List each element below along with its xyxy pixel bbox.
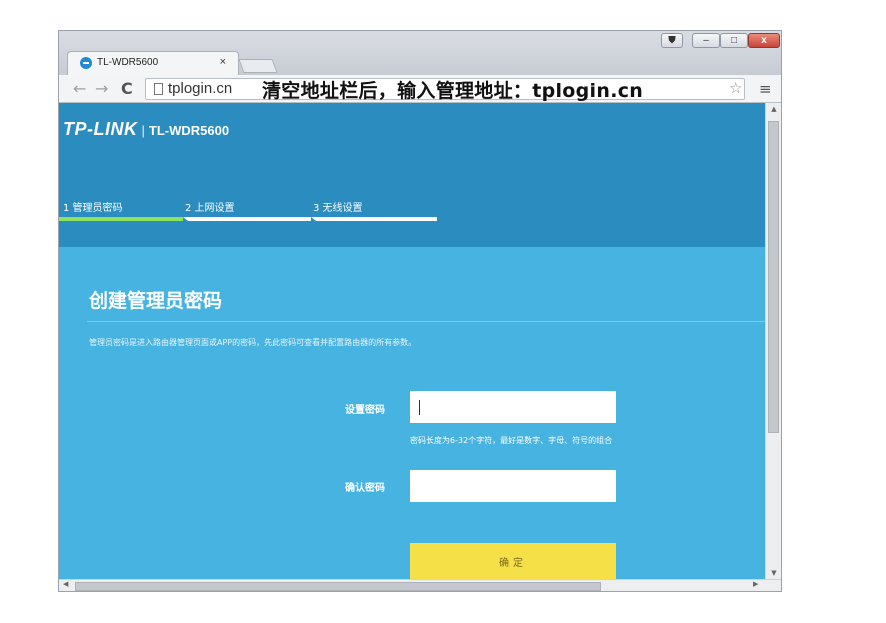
maximize-button[interactable]: □ — [720, 33, 748, 48]
horizontal-scrollbar[interactable]: ◀ ▶ — [59, 579, 781, 591]
scroll-left-icon[interactable]: ◀ — [63, 580, 68, 588]
reload-icon[interactable]: C — [121, 79, 133, 98]
instruction-annotation: 清空地址栏后，输入管理地址：tplogin.cn — [262, 80, 644, 102]
bookmark-star-icon[interactable]: ☆ — [729, 79, 742, 97]
text-caret — [419, 400, 420, 415]
vertical-scroll-thumb[interactable] — [768, 121, 779, 433]
step-admin-password: 1 管理员密码 — [63, 203, 123, 214]
browser-tab[interactable]: TL-WDR5600 × — [67, 51, 239, 75]
url-text[interactable]: tplogin.cn — [168, 80, 232, 97]
maximize-icon: □ — [730, 35, 738, 46]
scroll-down-icon[interactable]: ▼ — [766, 569, 781, 577]
title-divider — [87, 321, 765, 322]
forward-icon[interactable]: → — [95, 79, 108, 98]
page-viewport: TP-LINK | TL-WDR5600 1 管理员密码 2 上网设置 3 无线设置… — [59, 103, 765, 579]
tplink-favicon-icon — [80, 57, 92, 69]
close-icon: x — [761, 35, 767, 46]
new-tab-button[interactable] — [238, 59, 278, 73]
brand: TP-LINK | TL-WDR5600 — [63, 119, 229, 140]
browser-toolbar: ← → C tplogin.cn 清空地址栏后，输入管理地址：tplogin.c… — [59, 75, 781, 103]
brand-separator: | — [141, 123, 145, 138]
confirm-password-label: 确认密码 — [345, 483, 385, 494]
page-icon — [154, 83, 163, 95]
step-3-progress-bar — [311, 217, 437, 221]
confirm-password-input[interactable] — [410, 470, 616, 502]
step-wireless-settings: 3 无线设置 — [313, 203, 363, 214]
page-title: 创建管理员密码 — [89, 290, 223, 312]
tab-title: TL-WDR5600 — [97, 57, 159, 68]
scroll-right-icon[interactable]: ▶ — [753, 580, 758, 588]
step-1-progress-bar — [59, 217, 183, 221]
vertical-scrollbar[interactable]: ▲ ▼ — [765, 103, 781, 579]
step-internet-settings: 2 上网设置 — [185, 203, 235, 214]
password-input[interactable] — [410, 391, 616, 423]
address-bar[interactable]: tplogin.cn 清空地址栏后，输入管理地址：tplogin.cn — [145, 78, 745, 102]
tab-close-icon[interactable]: × — [220, 56, 226, 68]
horizontal-scroll-thumb[interactable] — [75, 582, 601, 591]
minimize-button[interactable]: – — [692, 33, 720, 48]
back-icon[interactable]: ← — [73, 79, 86, 98]
router-header: TP-LINK | TL-WDR5600 1 管理员密码 2 上网设置 3 无线设置 — [59, 103, 765, 247]
router-model: TL-WDR5600 — [148, 123, 230, 138]
user-icon: ⛊ — [668, 35, 676, 46]
tab-strip: TL-WDR5600 × ⛊ – □ x — [59, 31, 781, 75]
step-2-progress-bar — [183, 217, 311, 221]
close-window-button[interactable]: x — [748, 33, 780, 48]
browser-window: TL-WDR5600 × ⛊ – □ x ← → C tplogin.cn 清空… — [58, 30, 782, 592]
user-profile-button[interactable]: ⛊ — [661, 33, 683, 48]
password-hint: 密码长度为6-32个字符，最好是数字、字母、符号的组合 — [410, 436, 613, 445]
step-notch — [183, 217, 188, 221]
password-label: 设置密码 — [345, 405, 385, 416]
scroll-up-icon[interactable]: ▲ — [766, 105, 781, 113]
confirm-button[interactable]: 确定 — [410, 543, 616, 579]
minimize-icon: – — [703, 35, 709, 46]
step-notch — [311, 217, 316, 221]
page-description: 管理员密码是进入路由器管理页面或APP的密码，先此密码可查看并配置路由器的所有参… — [89, 338, 417, 347]
tplink-logo: TP-LINK — [63, 119, 138, 139]
browser-menu-icon[interactable]: ≡ — [759, 80, 772, 98]
